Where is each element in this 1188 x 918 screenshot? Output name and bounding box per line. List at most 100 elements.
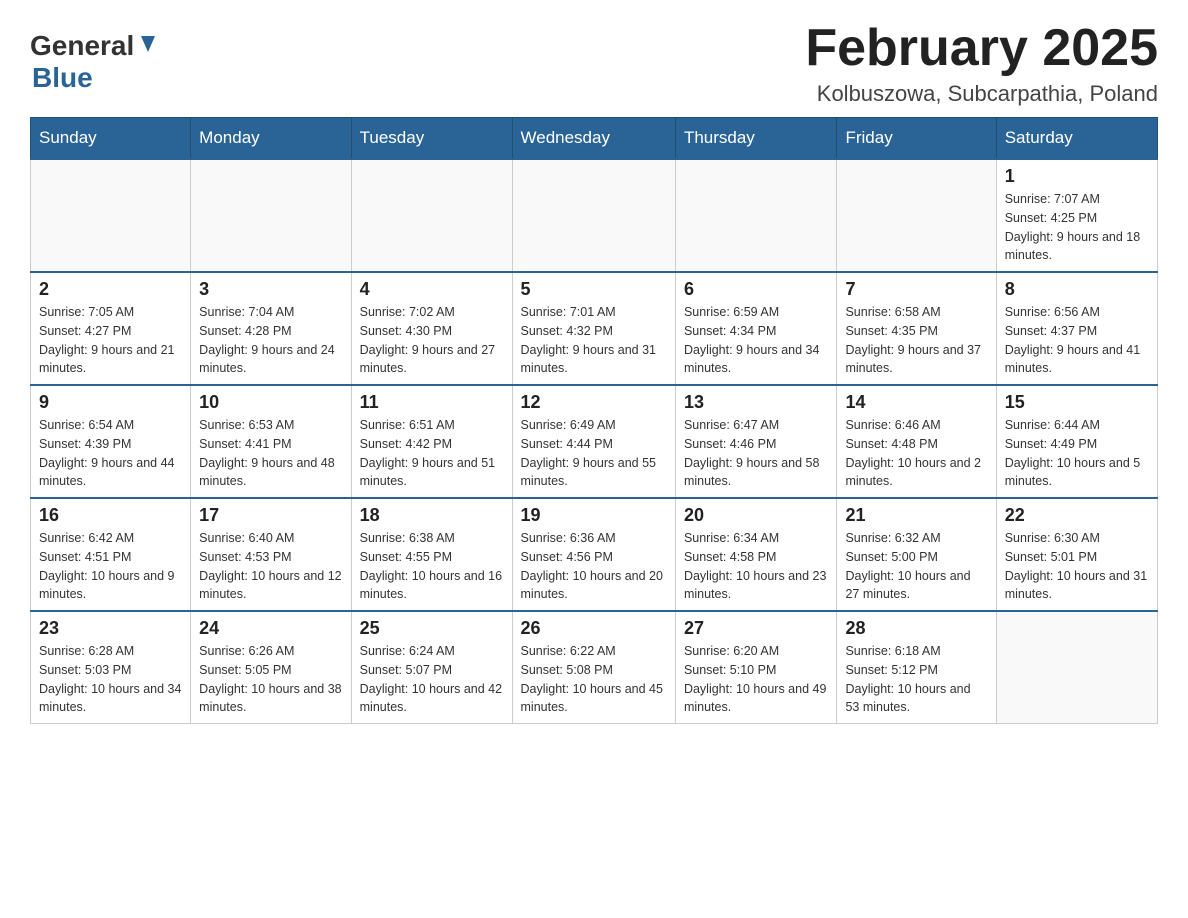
calendar-cell: 7 Sunrise: 6:58 AM Sunset: 4:35 PM Daylig…	[837, 272, 996, 385]
day-info: Sunrise: 6:24 AM Sunset: 5:07 PM Dayligh…	[360, 642, 504, 717]
calendar-cell	[512, 159, 675, 272]
day-number: 20	[684, 505, 829, 526]
day-number: 23	[39, 618, 182, 639]
day-number: 28	[845, 618, 987, 639]
logo: General Blue	[30, 30, 159, 94]
day-number: 17	[199, 505, 342, 526]
weekday-header-thursday: Thursday	[675, 118, 837, 160]
day-info: Sunrise: 6:18 AM Sunset: 5:12 PM Dayligh…	[845, 642, 987, 717]
day-info: Sunrise: 6:22 AM Sunset: 5:08 PM Dayligh…	[521, 642, 667, 717]
calendar-subtitle: Kolbuszowa, Subcarpathia, Poland	[805, 81, 1158, 107]
week-row-4: 16 Sunrise: 6:42 AM Sunset: 4:51 PM Dayli…	[31, 498, 1158, 611]
day-info: Sunrise: 7:01 AM Sunset: 4:32 PM Dayligh…	[521, 303, 667, 378]
weekday-header-wednesday: Wednesday	[512, 118, 675, 160]
day-number: 16	[39, 505, 182, 526]
day-info: Sunrise: 6:58 AM Sunset: 4:35 PM Dayligh…	[845, 303, 987, 378]
calendar-cell: 9 Sunrise: 6:54 AM Sunset: 4:39 PM Daylig…	[31, 385, 191, 498]
day-number: 7	[845, 279, 987, 300]
calendar-title: February 2025	[805, 20, 1158, 77]
weekday-header-tuesday: Tuesday	[351, 118, 512, 160]
calendar-cell	[31, 159, 191, 272]
calendar-cell: 18 Sunrise: 6:38 AM Sunset: 4:55 PM Dayli…	[351, 498, 512, 611]
calendar-cell: 21 Sunrise: 6:32 AM Sunset: 5:00 PM Dayli…	[837, 498, 996, 611]
day-info: Sunrise: 6:42 AM Sunset: 4:51 PM Dayligh…	[39, 529, 182, 604]
calendar-cell: 19 Sunrise: 6:36 AM Sunset: 4:56 PM Dayli…	[512, 498, 675, 611]
day-info: Sunrise: 6:34 AM Sunset: 4:58 PM Dayligh…	[684, 529, 829, 604]
day-number: 26	[521, 618, 667, 639]
day-info: Sunrise: 6:20 AM Sunset: 5:10 PM Dayligh…	[684, 642, 829, 717]
day-info: Sunrise: 6:56 AM Sunset: 4:37 PM Dayligh…	[1005, 303, 1149, 378]
day-number: 10	[199, 392, 342, 413]
calendar-cell: 17 Sunrise: 6:40 AM Sunset: 4:53 PM Dayli…	[191, 498, 351, 611]
calendar-cell	[351, 159, 512, 272]
day-info: Sunrise: 6:53 AM Sunset: 4:41 PM Dayligh…	[199, 416, 342, 491]
day-number: 24	[199, 618, 342, 639]
calendar-cell: 12 Sunrise: 6:49 AM Sunset: 4:44 PM Dayli…	[512, 385, 675, 498]
day-number: 12	[521, 392, 667, 413]
calendar-cell	[996, 611, 1157, 724]
day-info: Sunrise: 6:46 AM Sunset: 4:48 PM Dayligh…	[845, 416, 987, 491]
title-section: February 2025 Kolbuszowa, Subcarpathia, …	[805, 20, 1158, 107]
day-info: Sunrise: 7:04 AM Sunset: 4:28 PM Dayligh…	[199, 303, 342, 378]
day-info: Sunrise: 6:54 AM Sunset: 4:39 PM Dayligh…	[39, 416, 182, 491]
calendar-cell: 14 Sunrise: 6:46 AM Sunset: 4:48 PM Dayli…	[837, 385, 996, 498]
day-number: 6	[684, 279, 829, 300]
logo-general-text: General	[30, 30, 134, 62]
week-row-1: 1 Sunrise: 7:07 AM Sunset: 4:25 PM Daylig…	[31, 159, 1158, 272]
day-number: 14	[845, 392, 987, 413]
day-number: 15	[1005, 392, 1149, 413]
calendar-cell: 27 Sunrise: 6:20 AM Sunset: 5:10 PM Dayli…	[675, 611, 837, 724]
calendar-table: SundayMondayTuesdayWednesdayThursdayFrid…	[30, 117, 1158, 724]
day-info: Sunrise: 6:51 AM Sunset: 4:42 PM Dayligh…	[360, 416, 504, 491]
calendar-cell: 10 Sunrise: 6:53 AM Sunset: 4:41 PM Dayli…	[191, 385, 351, 498]
calendar-cell: 24Sunrise: 6:26 AM Sunset: 5:05 PM Dayli…	[191, 611, 351, 724]
day-info: Sunrise: 6:49 AM Sunset: 4:44 PM Dayligh…	[521, 416, 667, 491]
week-row-5: 23 Sunrise: 6:28 AM Sunset: 5:03 PM Dayli…	[31, 611, 1158, 724]
weekday-header-sunday: Sunday	[31, 118, 191, 160]
day-number: 18	[360, 505, 504, 526]
day-number: 22	[1005, 505, 1149, 526]
day-number: 27	[684, 618, 829, 639]
day-number: 1	[1005, 166, 1149, 187]
day-number: 13	[684, 392, 829, 413]
weekday-header-monday: Monday	[191, 118, 351, 160]
calendar-cell: 11Sunrise: 6:51 AM Sunset: 4:42 PM Dayli…	[351, 385, 512, 498]
calendar-cell	[837, 159, 996, 272]
weekday-header-friday: Friday	[837, 118, 996, 160]
day-number: 3	[199, 279, 342, 300]
day-info: Sunrise: 6:32 AM Sunset: 5:00 PM Dayligh…	[845, 529, 987, 604]
logo-blue-text: Blue	[32, 62, 159, 94]
weekday-header-row: SundayMondayTuesdayWednesdayThursdayFrid…	[31, 118, 1158, 160]
day-info: Sunrise: 7:07 AM Sunset: 4:25 PM Dayligh…	[1005, 190, 1149, 265]
day-number: 19	[521, 505, 667, 526]
day-info: Sunrise: 6:44 AM Sunset: 4:49 PM Dayligh…	[1005, 416, 1149, 491]
day-info: Sunrise: 6:40 AM Sunset: 4:53 PM Dayligh…	[199, 529, 342, 604]
day-info: Sunrise: 7:02 AM Sunset: 4:30 PM Dayligh…	[360, 303, 504, 378]
calendar-cell: 13 Sunrise: 6:47 AM Sunset: 4:46 PM Dayli…	[675, 385, 837, 498]
week-row-2: 2Sunrise: 7:05 AM Sunset: 4:27 PM Daylig…	[31, 272, 1158, 385]
day-info: Sunrise: 6:30 AM Sunset: 5:01 PM Dayligh…	[1005, 529, 1149, 604]
calendar-cell: 28 Sunrise: 6:18 AM Sunset: 5:12 PM Dayli…	[837, 611, 996, 724]
calendar-cell: 22 Sunrise: 6:30 AM Sunset: 5:01 PM Dayli…	[996, 498, 1157, 611]
day-number: 9	[39, 392, 182, 413]
day-number: 5	[521, 279, 667, 300]
calendar-cell: 20 Sunrise: 6:34 AM Sunset: 4:58 PM Dayli…	[675, 498, 837, 611]
week-row-3: 9 Sunrise: 6:54 AM Sunset: 4:39 PM Daylig…	[31, 385, 1158, 498]
calendar-cell	[191, 159, 351, 272]
calendar-cell: 8 Sunrise: 6:56 AM Sunset: 4:37 PM Daylig…	[996, 272, 1157, 385]
day-info: Sunrise: 6:38 AM Sunset: 4:55 PM Dayligh…	[360, 529, 504, 604]
calendar-cell: 4 Sunrise: 7:02 AM Sunset: 4:30 PM Daylig…	[351, 272, 512, 385]
calendar-cell: 1 Sunrise: 7:07 AM Sunset: 4:25 PM Daylig…	[996, 159, 1157, 272]
day-number: 4	[360, 279, 504, 300]
calendar-cell: 26 Sunrise: 6:22 AM Sunset: 5:08 PM Dayli…	[512, 611, 675, 724]
day-info: Sunrise: 6:28 AM Sunset: 5:03 PM Dayligh…	[39, 642, 182, 717]
day-info: Sunrise: 6:47 AM Sunset: 4:46 PM Dayligh…	[684, 416, 829, 491]
day-number: 21	[845, 505, 987, 526]
calendar-cell: 5 Sunrise: 7:01 AM Sunset: 4:32 PM Daylig…	[512, 272, 675, 385]
weekday-header-saturday: Saturday	[996, 118, 1157, 160]
logo-arrow-icon	[137, 34, 159, 56]
day-info: Sunrise: 6:36 AM Sunset: 4:56 PM Dayligh…	[521, 529, 667, 604]
day-number: 2	[39, 279, 182, 300]
day-number: 8	[1005, 279, 1149, 300]
calendar-cell: 23 Sunrise: 6:28 AM Sunset: 5:03 PM Dayli…	[31, 611, 191, 724]
